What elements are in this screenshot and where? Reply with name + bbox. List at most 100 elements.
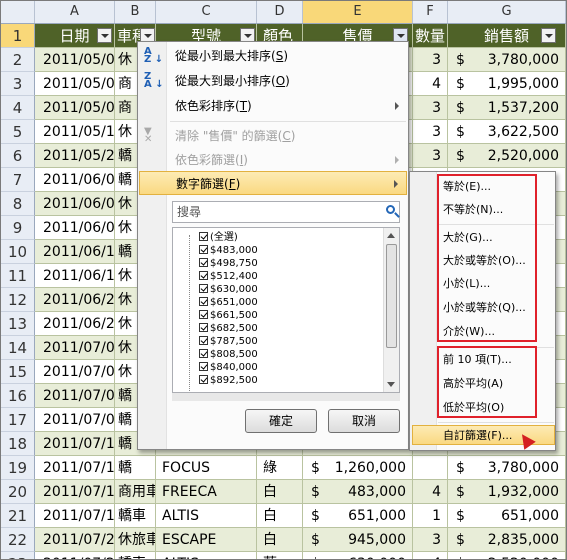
- cell-color[interactable]: 白: [257, 480, 303, 504]
- list-resize-bar[interactable]: [172, 393, 400, 401]
- filter-list-item[interactable]: $651,000: [199, 296, 258, 309]
- checkbox-checked-icon[interactable]: [199, 232, 208, 241]
- checkbox-checked-icon[interactable]: [199, 310, 208, 319]
- cell-date[interactable]: 2011/06/03: [35, 168, 115, 192]
- checkbox-checked-icon[interactable]: [199, 245, 208, 254]
- row-header[interactable]: 19: [1, 456, 35, 480]
- checkbox-checked-icon[interactable]: [199, 258, 208, 267]
- filter-list-item[interactable]: $498,750: [199, 257, 258, 270]
- filter-list-item[interactable]: $808,500: [199, 348, 258, 361]
- cell-qty[interactable]: 4: [413, 72, 448, 96]
- cell-car-type[interactable]: 休旅車: [115, 528, 156, 552]
- cell-date[interactable]: 2011/07/17: [35, 504, 115, 528]
- column-header-c[interactable]: C: [156, 1, 257, 23]
- cell-car-type[interactable]: 轎車: [115, 504, 156, 528]
- cell-price[interactable]: $651,000: [303, 504, 413, 528]
- number-filters-item[interactable]: 數字篩選(F): [139, 171, 407, 195]
- row-header[interactable]: 1: [1, 24, 35, 48]
- cell-car-type[interactable]: 商用車: [115, 480, 156, 504]
- cell-sales[interactable]: $3,780,000: [448, 48, 566, 72]
- row-header[interactable]: 16: [1, 384, 35, 408]
- cell-qty[interactable]: 1: [413, 504, 448, 528]
- filter-value-list[interactable]: (全選) $483,000 $498,750 $512,400 $630,000 $651…: [172, 227, 400, 393]
- row-header[interactable]: 6: [1, 144, 35, 168]
- cell-sales[interactable]: $1,995,000: [448, 72, 566, 96]
- cell-model[interactable]: ALTIS: [156, 552, 257, 559]
- row-header[interactable]: 10: [1, 240, 35, 264]
- row-header[interactable]: 9: [1, 216, 35, 240]
- filter-list-item[interactable]: $787,500: [199, 335, 258, 348]
- cell-date[interactable]: 2011/07/06: [35, 408, 115, 432]
- row-header[interactable]: 15: [1, 360, 35, 384]
- cell-car-type[interactable]: 轎: [115, 456, 156, 480]
- scroll-thumb[interactable]: [386, 244, 397, 348]
- checkbox-checked-icon[interactable]: [199, 349, 208, 358]
- cell-sales[interactable]: $1,932,000: [448, 480, 566, 504]
- cell-date[interactable]: 2011/07/20: [35, 528, 115, 552]
- row-header[interactable]: 13: [1, 312, 35, 336]
- filter-list-item[interactable]: $892,500: [199, 374, 258, 387]
- row-header[interactable]: 18: [1, 432, 35, 456]
- filter-dropdown-icon[interactable]: [97, 28, 112, 43]
- cell-qty[interactable]: 4: [413, 480, 448, 504]
- filter-list-item[interactable]: $661,500: [199, 309, 258, 322]
- filter-list-item[interactable]: $682,500: [199, 322, 258, 335]
- row-header[interactable]: 7: [1, 168, 35, 192]
- cell-sales[interactable]: $2,520,000: [448, 144, 566, 168]
- cell-color[interactable]: 白: [257, 528, 303, 552]
- checkbox-checked-icon[interactable]: [199, 323, 208, 332]
- sort-descending-item[interactable]: ZA ↓ 從最大到最小排序(O): [139, 69, 407, 93]
- checkbox-checked-icon[interactable]: [199, 336, 208, 345]
- cell-date[interactable]: 2011/06/14: [35, 240, 115, 264]
- cell-sales[interactable]: $651,000: [448, 504, 566, 528]
- filter-list-item[interactable]: $512,400: [199, 270, 258, 283]
- sort-by-color-item[interactable]: 依色彩排序(T): [139, 94, 407, 118]
- scroll-up-icon[interactable]: [387, 233, 395, 238]
- row-header[interactable]: 23: [1, 552, 35, 559]
- cell-price[interactable]: $1,260,000: [303, 456, 413, 480]
- cell-date[interactable]: 2011/06/23: [35, 288, 115, 312]
- row-header[interactable]: 11: [1, 264, 35, 288]
- list-scrollbar[interactable]: [383, 228, 399, 392]
- cell-date[interactable]: 2011/06/07: [35, 192, 115, 216]
- cell-sales[interactable]: $1,537,200: [448, 96, 566, 120]
- column-header-d[interactable]: D: [257, 1, 303, 23]
- cell-date[interactable]: 2011/07/01: [35, 336, 115, 360]
- cell-date[interactable]: 2011/06/19: [35, 264, 115, 288]
- cell-color[interactable]: 綠: [257, 456, 303, 480]
- cell-date[interactable]: 2011/06/23: [35, 312, 115, 336]
- scroll-down-icon[interactable]: [387, 382, 395, 387]
- column-header-a[interactable]: A: [35, 1, 115, 23]
- cell-qty[interactable]: [413, 456, 448, 480]
- row-header[interactable]: 2: [1, 48, 35, 72]
- row-header[interactable]: 21: [1, 504, 35, 528]
- row-header[interactable]: 8: [1, 192, 35, 216]
- cell-qty[interactable]: 3: [413, 528, 448, 552]
- ok-button[interactable]: 確定: [245, 409, 317, 433]
- column-header-g[interactable]: G: [448, 1, 566, 23]
- checkbox-checked-icon[interactable]: [199, 297, 208, 306]
- cell-car-type[interactable]: 轎車: [115, 552, 156, 559]
- cell-date[interactable]: 2011/05/25: [35, 144, 115, 168]
- cell-date[interactable]: 2011/07/21: [35, 552, 115, 559]
- row-header[interactable]: 3: [1, 72, 35, 96]
- cell-date[interactable]: 2011/05/09: [35, 96, 115, 120]
- row-header[interactable]: 17: [1, 408, 35, 432]
- cell-qty[interactable]: 4: [413, 552, 448, 559]
- row-header[interactable]: 22: [1, 528, 35, 552]
- cell-model[interactable]: ALTIS: [156, 504, 257, 528]
- cell-sales[interactable]: $3,780,000: [448, 456, 566, 480]
- cell-model[interactable]: ESCAPE: [156, 528, 257, 552]
- cell-qty[interactable]: 3: [413, 120, 448, 144]
- checkbox-checked-icon[interactable]: [199, 362, 208, 371]
- column-header-b[interactable]: B: [115, 1, 156, 23]
- checkbox-checked-icon[interactable]: [199, 375, 208, 384]
- cell-date[interactable]: 2011/07/02: [35, 384, 115, 408]
- cell-color[interactable]: 藍: [257, 552, 303, 559]
- cell-date[interactable]: 2011/05/02: [35, 72, 115, 96]
- cell-date[interactable]: 2011/05/17: [35, 120, 115, 144]
- filter-list-item[interactable]: (全選): [199, 231, 238, 244]
- row-header[interactable]: 12: [1, 288, 35, 312]
- cell-date[interactable]: 2011/06/07: [35, 216, 115, 240]
- cell-sales[interactable]: $3,622,500: [448, 120, 566, 144]
